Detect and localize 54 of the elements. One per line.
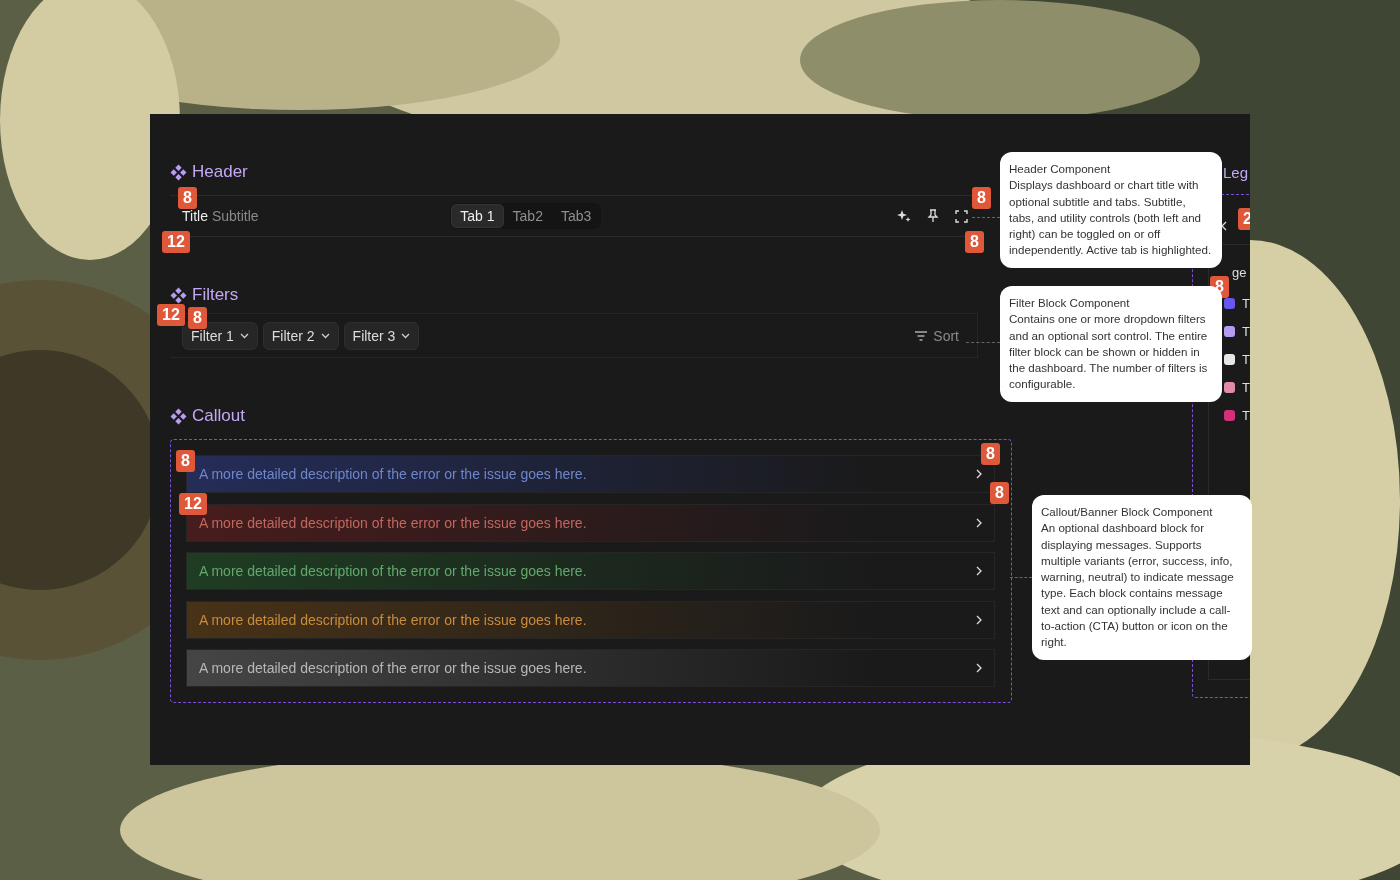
banner-message: A more detailed description of the error or the issue goes here. [199,563,588,579]
section-title: Leg [1223,164,1249,181]
annotation-title: Header Component [1009,161,1112,177]
banner-message: A more detailed description of the error or the issue goes here. [199,466,588,482]
spacing-badge: 12 [157,304,185,326]
spacing-badge: 8 [972,187,991,209]
annotation-title: Callout/Banner Block Component [1041,504,1214,520]
legend-label: T [1242,379,1250,395]
annotation-text: Displays dashboard or chart title with optional subtitle and tabs. Subtitle, tabs, and utility controls (both left and right) can be toggled on or off independently. Active tab is highlighted. [1009,177,1213,259]
chevron-right-icon[interactable] [976,663,982,673]
spacing-badge: 8 [990,482,1009,504]
sort-button[interactable]: Sort [915,327,959,344]
chevron-down-icon [320,332,330,339]
spacing-badge: 8 [178,187,197,209]
chevron-down-icon [401,332,411,339]
section-title: Filters [192,285,239,305]
chevron-right-icon[interactable] [976,517,982,528]
annotation-text: An optional dashboard block for displaying messages. Supports multiple variants (error, success, info, warning, neutral) to indicate message type. Each block contains message text and can optionally include a call-to-action (CTA) button or icon on the right. [1041,520,1235,651]
legend-label: T [1242,407,1250,423]
component-icon [170,286,187,304]
sort-icon [915,330,928,341]
section-title: Header [192,162,248,182]
chevron-right-icon[interactable] [976,614,982,625]
spacing-badge: 8 [176,450,195,472]
tab[interactable]: Tab3 [551,204,601,228]
banner-message: A more detailed description of the error or the issue goes here. [199,660,588,676]
banner-message: A more detailed description of the error or the issue goes here. [199,611,588,628]
pin-icon[interactable] [927,209,939,223]
chevron-right-icon[interactable] [976,469,982,479]
header-subtitle: Subtitle [211,208,259,224]
component-icon [170,163,187,181]
fullscreen-icon[interactable] [955,209,968,223]
spacing-badge: 8 [965,231,984,253]
legend-label: T [1242,295,1250,311]
header-title: Title [182,208,208,224]
chevron-right-icon[interactable] [976,566,982,576]
spacing-badge: 8 [188,307,207,329]
chevron-down-icon [239,332,249,339]
component-icon [170,407,187,425]
legend-title: ge [1232,265,1247,280]
annotation-text: Contains one or more dropdown filters and an optional sort control. The entire filter block can be shown or hidden in the dashboard. The number of filters is configurable. [1009,311,1209,393]
sparkle-icon[interactable] [897,209,911,223]
legend-label: T [1242,323,1250,339]
spacing-badge: 8 [981,443,1000,465]
filter-dropdown[interactable]: Filter 2 [262,321,339,350]
spacing-badge: 12 [162,231,190,253]
banner-message: A more detailed description of the error or the issue goes here. [199,514,588,531]
tab[interactable]: Tab2 [503,204,552,228]
annotation-title: Filter Block Component [1009,295,1131,311]
tab[interactable]: Tab 1 [451,204,504,228]
filter-dropdown[interactable]: Filter 3 [343,321,420,350]
legend-label: T [1242,351,1250,367]
spacing-badge: 12 [179,493,207,515]
section-title: Callout [192,406,245,426]
